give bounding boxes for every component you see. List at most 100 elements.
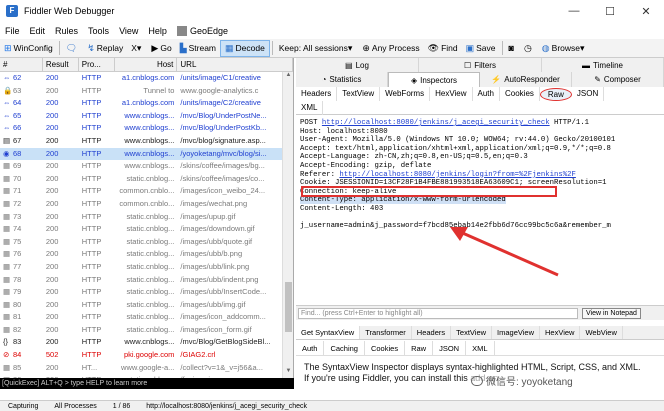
session-row[interactable]: ▦ 78 200 HTTP static.cnblog.../images/ubb/in… — [0, 274, 293, 287]
tab-webview[interactable]: WebView — [580, 326, 623, 339]
tab-statistics[interactable]: ◔ Statistics — [296, 72, 388, 87]
menu-geoedge-label: GeoEdge — [189, 25, 228, 36]
session-row[interactable]: ◉ 68 200 HTTP www.cnblogs.../yoyoketang/mvc/… — [0, 147, 293, 161]
minimize-button[interactable]: — — [556, 0, 592, 22]
raw-referer-link[interactable]: http://localhost:8080/jenkins/login?from… — [339, 171, 575, 179]
menu-rules[interactable]: Rules — [50, 26, 83, 36]
session-row[interactable]: ▦ 75 200 HTTP static.cnblog.../images/ubb/qu… — [0, 236, 293, 249]
subtab-auth[interactable]: Auth — [473, 87, 500, 101]
scrollbar-thumb[interactable] — [285, 282, 292, 332]
find-button[interactable]: 👁 Find — [424, 40, 462, 57]
timer-button[interactable]: ◷ — [520, 40, 538, 57]
session-row[interactable]: ▤ 67 200 HTTP www.cnblogs.../mvc/blog/signat… — [0, 135, 293, 148]
scroll-up-arrow-icon[interactable]: ▲ — [283, 72, 294, 82]
session-row[interactable]: ▦ 80 200 HTTP static.cnblog.../images/ubb/im… — [0, 299, 293, 312]
subtab-hexview[interactable]: HexView — [430, 87, 473, 101]
tab-resp-raw[interactable]: Raw — [405, 341, 434, 355]
session-row[interactable]: ▦ 76 200 HTTP static.cnblog.../images/ubb/b.… — [0, 248, 293, 261]
tab-resp-headers[interactable]: Headers — [412, 326, 452, 339]
menu-file[interactable]: File — [0, 26, 25, 36]
decode-button[interactable]: ▦ Decode — [220, 39, 270, 57]
session-row[interactable]: ▦ 82 200 HTTP static.cnblog.../images/icon_f… — [0, 324, 293, 337]
session-host: static.cnblog... — [126, 274, 175, 284]
subtab-textview[interactable]: TextView — [337, 87, 381, 101]
tab-caching[interactable]: Caching — [324, 341, 365, 355]
menu-help[interactable]: Help — [143, 26, 172, 36]
col-header-number[interactable]: # — [0, 58, 43, 72]
tab-inspectors[interactable]: ◈ Inspectors — [388, 72, 480, 87]
tab-imageview[interactable]: ImageView — [492, 326, 541, 339]
browse-button[interactable]: ◍ Browse ▾ — [538, 40, 591, 57]
any-process-button[interactable]: ⊕ Any Process — [358, 40, 423, 57]
tab-resp-auth[interactable]: Auth — [296, 341, 325, 355]
replay-button[interactable]: ↯ Replay — [83, 40, 127, 57]
subtab-webforms[interactable]: WebForms — [380, 87, 431, 101]
session-row[interactable]: ⇔ 62 200 HTTP a1.cnblogs.com/units/image/C1/… — [0, 72, 293, 85]
col-header-host[interactable]: Host — [115, 58, 178, 72]
find-input[interactable]: Find... (press Ctrl+Enter to highlight a… — [298, 307, 578, 319]
session-row[interactable]: ▦ 77 200 HTTP static.cnblog.../images/ubb/li… — [0, 261, 293, 274]
tab-resp-textview[interactable]: TextView — [451, 326, 493, 339]
col-header-protocol[interactable]: Pro... — [79, 58, 115, 72]
subtab-cookies[interactable]: Cookies — [500, 87, 540, 101]
tab-transformer[interactable]: Transformer — [360, 326, 412, 339]
session-row[interactable]: ▦ 70 200 HTTP static.cnblog.../skins/coffee/… — [0, 173, 293, 186]
tab-autoresponder[interactable]: ⚡ AutoResponder — [480, 72, 572, 87]
quickexec-bar[interactable]: [QuickExec] ALT+Q > type HELP to learn m… — [0, 378, 294, 389]
process-filter-status[interactable]: All Processes — [46, 401, 104, 411]
subtab-json[interactable]: JSON — [572, 87, 605, 101]
session-row[interactable]: ▦ 74 200 HTTP static.cnblog.../images/downdo… — [0, 223, 293, 236]
session-row[interactable]: ▦ 73 200 HTTP static.cnblog.../images/upup.g… — [0, 211, 293, 224]
close-button[interactable]: ✕ — [628, 0, 664, 22]
go-arrow-icon: ▶ — [151, 42, 159, 53]
save-button[interactable]: ▣ Save — [462, 40, 500, 57]
tab-resp-xml[interactable]: XML — [466, 341, 495, 355]
session-list-scrollbar[interactable]: ▲ ▼ — [282, 72, 293, 378]
session-row[interactable]: ▦ 72 200 HTTP common.cnblo.../images/wechat.… — [0, 198, 293, 211]
session-row[interactable]: 🔒63 200 HTTP Tunnel to www.google-analytics.… — [0, 85, 293, 98]
col-header-url[interactable]: URL — [177, 58, 293, 72]
session-row[interactable]: ▦ 71 200 HTTP common.cnblo.../images/icon_we… — [0, 185, 293, 198]
winconfig-button[interactable]: ⊞ WinConfig — [0, 40, 57, 57]
keep-sessions-dropdown[interactable]: Keep: All sessions ▾ — [275, 40, 359, 57]
subtab-headers[interactable]: Headers — [296, 87, 338, 101]
comment-button[interactable]: 🗨 — [62, 40, 83, 57]
tab-log[interactable]: ▤ Log — [296, 58, 419, 72]
capturing-status[interactable]: Capturing — [0, 401, 46, 411]
snapshot-button[interactable]: ◙ — [505, 40, 520, 57]
session-row[interactable]: ⇔ 66 200 HTTP www.cnblogs.../mvc/Blog/UnderP… — [0, 122, 293, 135]
session-type-icon: {} — [3, 337, 9, 347]
subtab-xml[interactable]: XML — [296, 101, 324, 115]
scroll-down-arrow-icon[interactable]: ▼ — [283, 368, 294, 378]
menu-edit[interactable]: Edit — [25, 26, 51, 36]
go-button[interactable]: ▶ Go — [147, 40, 175, 57]
session-row[interactable]: ⇔ 65 200 HTTP www.cnblogs.../mvc/Blog/UnderP… — [0, 110, 293, 123]
session-row[interactable]: ⇔ 64 200 HTTP a1.cnblogs.com/units/image/C2/… — [0, 97, 293, 110]
maximize-button[interactable]: ☐ — [592, 0, 628, 22]
tab-resp-json[interactable]: JSON — [433, 341, 467, 355]
raw-request-url-link[interactable]: http://localhost:8080/jenkins/j_acegi_se… — [322, 119, 550, 127]
menu-geoedge[interactable]: GeoEdge — [172, 25, 233, 36]
col-header-result[interactable]: Result — [43, 58, 79, 72]
tab-composer-label: Composer — [603, 75, 641, 84]
tab-get-syntaxview[interactable]: Get SyntaxView — [296, 326, 361, 339]
session-row[interactable]: ▦ 79 200 HTTP static.cnblog.../images/ubb/In… — [0, 286, 293, 299]
view-in-notepad-button[interactable]: View in Notepad — [582, 307, 641, 319]
tab-filters[interactable]: ☐ Filters — [419, 58, 542, 72]
tab-resp-hexview[interactable]: HexView — [540, 326, 581, 339]
session-row[interactable]: ▦ 69 200 HTTP www.cnblogs.../skins/coffee/im… — [0, 160, 293, 173]
tab-composer[interactable]: ✎ Composer — [572, 72, 664, 87]
session-row[interactable]: ▦ 81 200 HTTP static.cnblog.../images/icon_a… — [0, 311, 293, 324]
remove-button[interactable]: X ▾ — [127, 40, 147, 57]
raw-request-text[interactable]: POST http://localhost:8080/jenkins/j_ace… — [296, 116, 664, 326]
geoedge-icon — [176, 25, 187, 36]
session-row[interactable]: ▦ 85 200 HT... www.google-a.../collect?v=1&_… — [0, 362, 293, 375]
tab-timeline[interactable]: ▬ Timeline — [542, 58, 664, 72]
session-row[interactable]: {} 83 200 HTTP www.cnblogs... /mvc/Blog/GetBl… — [0, 336, 293, 349]
tab-resp-cookies[interactable]: Cookies — [365, 341, 406, 355]
stream-button[interactable]: ▙ Stream — [176, 40, 220, 57]
menu-view[interactable]: View — [114, 26, 143, 36]
subtab-raw[interactable]: Raw — [539, 87, 572, 101]
session-row[interactable]: ⊘ 84 502 HTTP pki.google.com/GIAG2.crl — [0, 349, 293, 362]
menu-tools[interactable]: Tools — [83, 26, 114, 36]
